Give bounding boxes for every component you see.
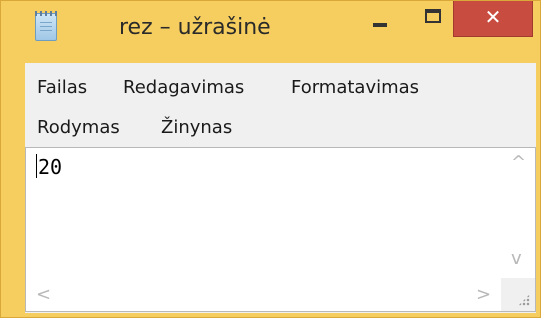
title-bar[interactable]: rez – užrašinė ✕ xyxy=(1,1,540,61)
scroll-down-arrow-icon[interactable]: v xyxy=(511,248,522,269)
scrollbar-corner xyxy=(501,278,535,311)
resize-grip-icon[interactable] xyxy=(518,294,530,306)
window-title: rez – užrašinė xyxy=(119,15,271,40)
close-button[interactable]: ✕ xyxy=(453,1,533,37)
menu-help[interactable]: Žinynas xyxy=(161,117,232,138)
horizontal-scrollbar[interactable]: < > xyxy=(26,278,501,311)
menu-file[interactable]: Failas xyxy=(37,77,87,98)
editor-frame: 20 ^ v < > xyxy=(25,147,536,312)
client-area: Failas Redagavimas Formatavimas Rodymas … xyxy=(25,63,536,313)
close-icon: ✕ xyxy=(484,5,502,29)
menu-view[interactable]: Rodymas xyxy=(37,117,120,138)
menu-format[interactable]: Formatavimas xyxy=(291,77,419,98)
menu-edit[interactable]: Redagavimas xyxy=(123,77,244,98)
scroll-left-arrow-icon[interactable]: < xyxy=(36,284,51,305)
menu-bar: Failas Redagavimas Formatavimas Rodymas … xyxy=(25,63,536,147)
maximize-icon xyxy=(425,9,441,23)
maximize-button[interactable] xyxy=(409,1,457,37)
minimize-icon xyxy=(373,23,387,27)
text-caret xyxy=(36,154,37,178)
scroll-up-arrow-icon[interactable]: ^ xyxy=(511,152,526,173)
text-editor[interactable]: 20 xyxy=(26,148,501,278)
notepad-icon[interactable] xyxy=(35,11,57,41)
minimize-button[interactable] xyxy=(356,1,404,37)
vertical-scrollbar[interactable]: ^ v xyxy=(501,148,535,278)
scroll-right-arrow-icon[interactable]: > xyxy=(476,284,491,305)
notepad-window: rez – užrašinė ✕ Failas Redagavimas Form… xyxy=(0,0,541,318)
editor-content: 20 xyxy=(38,155,63,179)
